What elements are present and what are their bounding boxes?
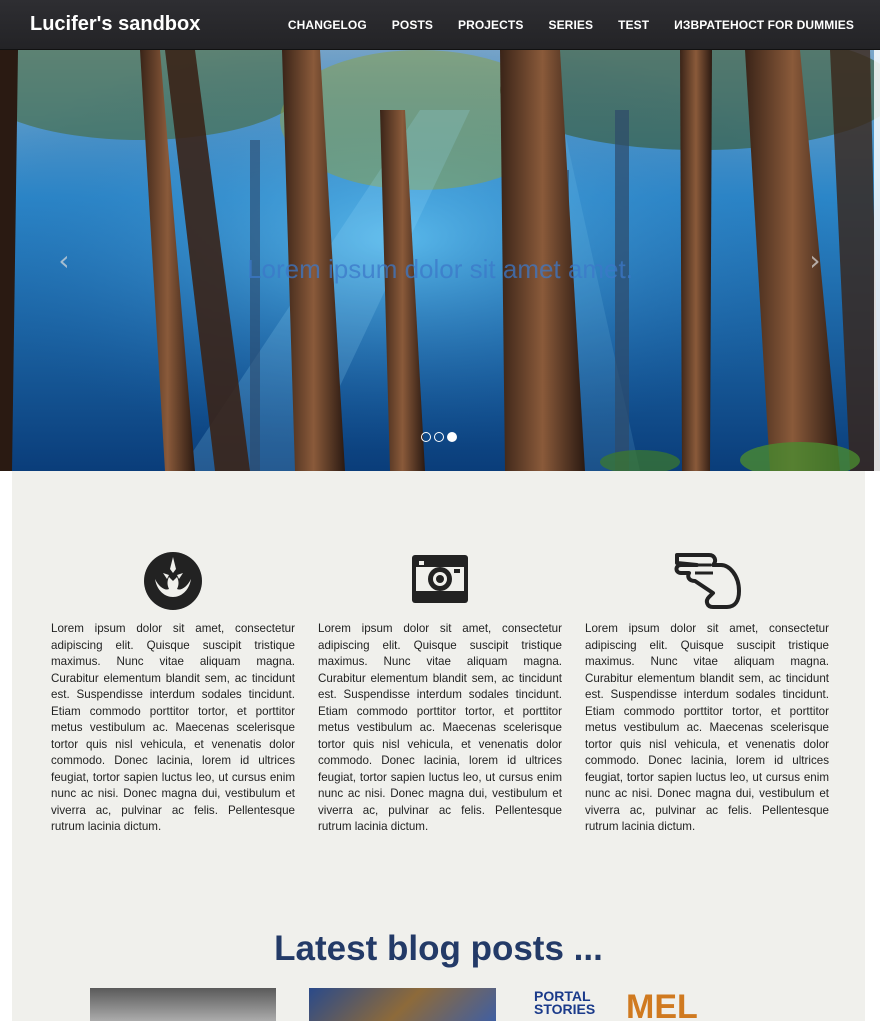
nav-menu: CHANGELOG POSTS PROJECTS SERIES TEST ИЗВ… xyxy=(263,18,854,32)
feature-column-1: Lorem ipsum dolor sit amet, consectetur … xyxy=(51,551,295,836)
chevron-left-icon: ‹ xyxy=(58,244,70,277)
nav-link-dummies[interactable]: ИЗВРАТЕНОСТ FOR DUMMIES xyxy=(674,18,854,32)
nav-link-series[interactable]: SERIES xyxy=(548,18,593,32)
feature-column-2: Lorem ipsum dolor sit amet, consectetur … xyxy=(318,551,562,836)
chevron-right-icon: › xyxy=(809,244,821,277)
feature-text-3: Lorem ipsum dolor sit amet, consectetur … xyxy=(585,622,829,833)
hand-icon xyxy=(674,553,741,609)
thumbnail-3-big-text: MEL xyxy=(626,988,698,1021)
nav-link-changelog[interactable]: CHANGELOG xyxy=(288,18,367,32)
nav-link-projects[interactable]: PROJECTS xyxy=(458,18,523,32)
thumbnail-3-logo-text: PORTAL STORIES xyxy=(534,989,596,1017)
carousel-indicator-1[interactable] xyxy=(421,432,431,442)
carousel-indicators xyxy=(421,432,457,442)
navbar: Lucifer's sandbox CHANGELOG POSTS PROJEC… xyxy=(0,0,880,50)
carousel-caption: Lorem ipsum dolor sit amet amet. xyxy=(247,254,633,284)
brand-link[interactable]: Lucifer's sandbox xyxy=(30,13,200,36)
carousel-indicator-2[interactable] xyxy=(434,432,444,442)
feature-text-2: Lorem ipsum dolor sit amet, consectetur … xyxy=(318,622,562,833)
blog-post-thumbnail-2[interactable] xyxy=(309,988,496,1021)
blog-post-thumbnail-3[interactable]: PORTAL STORIES MEL xyxy=(530,988,716,1021)
nav-link-posts[interactable]: POSTS xyxy=(392,18,433,32)
camera-icon xyxy=(412,555,468,603)
feature-text-1: Lorem ipsum dolor sit amet, consectetur … xyxy=(51,622,295,833)
carousel-prev-button[interactable]: ‹ xyxy=(52,246,76,276)
hero-carousel: Lorem ipsum dolor sit amet amet. ‹ › xyxy=(0,50,880,471)
thumb3-line2: STORIES xyxy=(534,1001,596,1017)
carousel-indicator-3[interactable] xyxy=(447,432,457,442)
latest-posts-title: Latest blog posts ... xyxy=(274,929,603,968)
nav-link-test[interactable]: TEST xyxy=(618,18,649,32)
main-content: Lorem ipsum dolor sit amet, consectetur … xyxy=(12,471,865,1021)
rebel-alliance-icon xyxy=(144,552,202,610)
carousel-next-button[interactable]: › xyxy=(803,246,827,276)
feature-column-3: Lorem ipsum dolor sit amet, consectetur … xyxy=(585,551,829,836)
scrollbar-track[interactable] xyxy=(874,50,880,471)
blog-post-thumbnail-1[interactable] xyxy=(90,988,276,1021)
